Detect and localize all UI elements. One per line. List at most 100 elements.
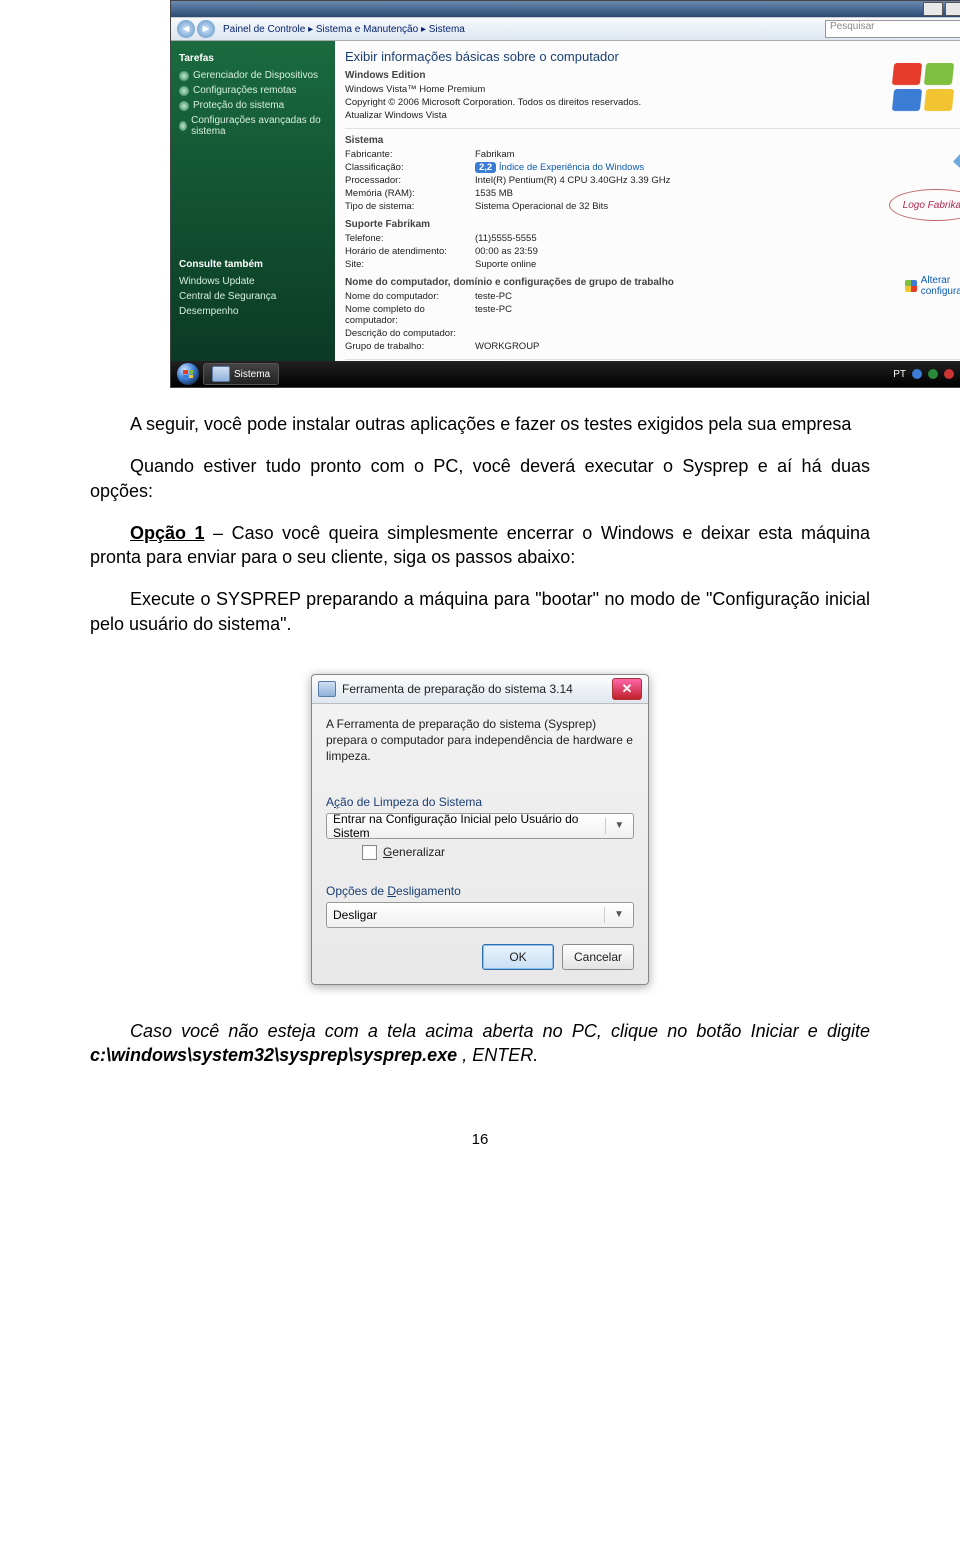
task-icon xyxy=(179,101,189,111)
sidebar-consult-header: Consulte também xyxy=(179,259,327,270)
doc-paragraph: Quando estiver tudo pronto com o PC, voc… xyxy=(90,454,870,503)
computer-name-value: teste-PC xyxy=(475,291,512,302)
vista-sidebar: Tarefas Gerenciador de Dispositivos Conf… xyxy=(171,41,335,361)
close-icon[interactable]: ✕ xyxy=(612,678,642,700)
oem-logo: Logo Fabrikam xyxy=(889,189,960,221)
cleanup-action-label: Ação de Limpeza do Sistema xyxy=(326,795,634,809)
sidebar-item-windows-update[interactable]: Windows Update xyxy=(179,274,327,289)
full-name-value: teste-PC xyxy=(475,304,512,326)
system-type-value: Sistema Operacional de 32 Bits xyxy=(475,201,608,212)
shield-icon xyxy=(905,280,917,292)
breadcrumb-sep-icon: ▸ xyxy=(308,24,313,35)
sidebar-item-label: Gerenciador de Dispositivos xyxy=(193,70,318,81)
monitor-icon xyxy=(212,366,230,382)
cancel-button[interactable]: Cancelar xyxy=(562,944,634,970)
sidebar-item-label: Central de Segurança xyxy=(179,291,276,302)
support-hours-label: Horário de atendimento: xyxy=(345,246,475,257)
taskbar-app-button[interactable]: Sistema xyxy=(203,363,279,385)
breadcrumb-seg[interactable]: Sistema e Manutenção xyxy=(316,24,418,35)
vista-address-bar: ◄ ► Painel de Controle ▸ Sistema e Manut… xyxy=(171,17,960,41)
sidebar-item-system-protection[interactable]: Proteção do sistema xyxy=(179,98,327,113)
tray-lang[interactable]: PT xyxy=(893,369,906,380)
generalize-checkbox[interactable] xyxy=(362,845,377,860)
minimize-button[interactable] xyxy=(923,2,943,16)
sysprep-dialog: Ferramenta de preparação do sistema 3.14… xyxy=(311,674,649,985)
support-site-link[interactable]: Suporte online xyxy=(475,259,536,270)
nav-back-icon[interactable]: ◄ xyxy=(177,20,195,38)
change-settings-label: Alterar xyxy=(921,275,950,286)
shutdown-options-value: Desligar xyxy=(333,908,377,922)
chevron-down-icon: ▼ xyxy=(605,818,627,834)
generalize-checkbox-row[interactable]: Generalizar xyxy=(362,845,634,860)
workgroup-value: WORKGROUP xyxy=(475,341,539,352)
breadcrumb-seg[interactable]: Sistema xyxy=(429,24,465,35)
start-orb-button[interactable] xyxy=(177,363,199,385)
full-name-label: Nome completo do computador: xyxy=(345,304,475,326)
copyright-text: Copyright © 2006 Microsoft Corporation. … xyxy=(345,97,641,108)
section-edition-header: Windows Edition xyxy=(345,70,960,81)
vista-taskbar: Sistema PT 18:27 xyxy=(171,361,960,387)
sysprep-app-icon xyxy=(318,681,336,697)
page-number: 16 xyxy=(0,1131,960,1148)
rating-link[interactable]: Índice de Experiência do Windows xyxy=(499,162,644,173)
tray-icon[interactable] xyxy=(912,369,922,379)
cleanup-action-combobox[interactable]: Entrar na Configuração Inicial pelo Usuá… xyxy=(326,813,634,839)
sidebar-item-remote-settings[interactable]: Configurações remotas xyxy=(179,83,327,98)
rating-label: Classificação: xyxy=(345,162,475,173)
doc-paragraph: Execute o SYSPREP preparando a máquina p… xyxy=(90,587,870,636)
doc-paragraph: Opção 1 – Caso você queira simplesmente … xyxy=(90,521,870,570)
doc-paragraph: A seguir, você pode instalar outras apli… xyxy=(90,412,870,436)
change-settings-label2: configurações xyxy=(921,286,960,297)
option-label: Opção 1 xyxy=(130,523,205,543)
rating-badge: 2,2 xyxy=(475,162,496,173)
doc-note: Caso você não esteja com a tela acima ab… xyxy=(90,1019,870,1068)
sidebar-item-device-manager[interactable]: Gerenciador de Dispositivos xyxy=(179,68,327,83)
sidebar-item-label: Windows Update xyxy=(179,276,255,287)
tray-icon[interactable] xyxy=(944,369,954,379)
support-hours-value: 00:00 as 23:59 xyxy=(475,246,538,257)
breadcrumb-sep-icon: ▸ xyxy=(421,24,426,35)
document-body: A seguir, você pode instalar outras apli… xyxy=(0,388,960,664)
doc-text: , ENTER. xyxy=(457,1045,538,1065)
sidebar-item-label: Proteção do sistema xyxy=(193,100,284,111)
upgrade-link[interactable]: Atualizar Windows Vista xyxy=(345,110,447,121)
restore-button[interactable] xyxy=(945,2,960,16)
sidebar-item-label: Configurações remotas xyxy=(193,85,296,96)
windows-logo-icon xyxy=(889,59,960,119)
generalize-label: Generalizar xyxy=(383,845,445,859)
system-tray: PT 18:27 xyxy=(893,369,960,380)
vista-main-content: Exibir informações básicas sobre o compu… xyxy=(335,41,960,361)
sidebar-item-security-center[interactable]: Central de Segurança xyxy=(179,289,327,304)
tray-icon[interactable] xyxy=(928,369,938,379)
section-computer-name-header: Nome do computador, domínio e configuraç… xyxy=(345,277,960,288)
breadcrumb-seg[interactable]: Painel de Controle xyxy=(223,24,305,35)
vista-titlebar xyxy=(171,1,960,17)
breadcrumb[interactable]: Painel de Controle ▸ Sistema e Manutençã… xyxy=(223,24,465,35)
nav-forward-icon[interactable]: ► xyxy=(197,20,215,38)
search-input[interactable]: Pesquisar xyxy=(825,20,960,38)
manufacturer-label: Fabricante: xyxy=(345,149,475,160)
processor-value: Intel(R) Pentium(R) 4 CPU 3.40GHz 3.39 G… xyxy=(475,175,670,186)
sidebar-item-advanced-settings[interactable]: Configurações avançadas do sistema xyxy=(179,113,327,139)
taskbar-app-label: Sistema xyxy=(234,369,270,380)
change-settings-link[interactable]: Alterar configurações xyxy=(905,275,960,297)
sysprep-title-text: Ferramenta de preparação do sistema 3.14 xyxy=(342,682,606,696)
processor-label: Processador: xyxy=(345,175,475,186)
ok-button[interactable]: OK xyxy=(482,944,554,970)
manufacturer-value: Fabrikam xyxy=(475,149,515,160)
page-title: Exibir informações básicas sobre o compu… xyxy=(345,49,960,64)
vista-system-screenshot: ◄ ► Painel de Controle ▸ Sistema e Manut… xyxy=(170,0,960,388)
task-icon xyxy=(179,121,187,131)
support-phone-value: (11)5555-5555 xyxy=(475,233,537,244)
shutdown-options-combobox[interactable]: Desligar ▼ xyxy=(326,902,634,928)
section-system-header: Sistema xyxy=(345,135,960,146)
support-phone-label: Telefone: xyxy=(345,233,475,244)
sysprep-description: A Ferramenta de preparação do sistema (S… xyxy=(326,716,634,765)
sidebar-item-performance[interactable]: Desempenho xyxy=(179,304,327,319)
ram-label: Memória (RAM): xyxy=(345,188,475,199)
task-icon xyxy=(179,71,189,81)
system-type-label: Tipo de sistema: xyxy=(345,201,475,212)
task-icon xyxy=(179,86,189,96)
sysprep-titlebar: Ferramenta de preparação do sistema 3.14… xyxy=(312,675,648,704)
support-site-label: Site: xyxy=(345,259,475,270)
